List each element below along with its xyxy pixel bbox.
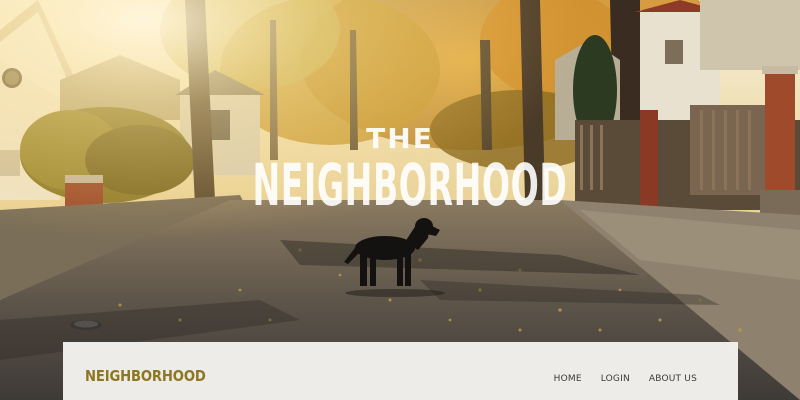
brand-logo[interactable]: NEIGHBORHOOD	[85, 369, 206, 384]
nav-menu: HOME LOGIN ABOUT US	[554, 375, 697, 384]
page: THE NEIGHBORHOOD NEIGHBORHOOD HOME LOGIN…	[0, 0, 800, 400]
nav-link-about-us[interactable]: ABOUT US	[649, 375, 697, 384]
hero-title-main: NEIGHBORHOOD	[253, 151, 568, 219]
nav-bar: NEIGHBORHOOD HOME LOGIN ABOUT US	[63, 342, 738, 400]
nav-link-home[interactable]: HOME	[554, 375, 582, 384]
nav-link-login[interactable]: LOGIN	[601, 375, 630, 384]
hero-background-image: THE NEIGHBORHOOD	[0, 0, 800, 400]
